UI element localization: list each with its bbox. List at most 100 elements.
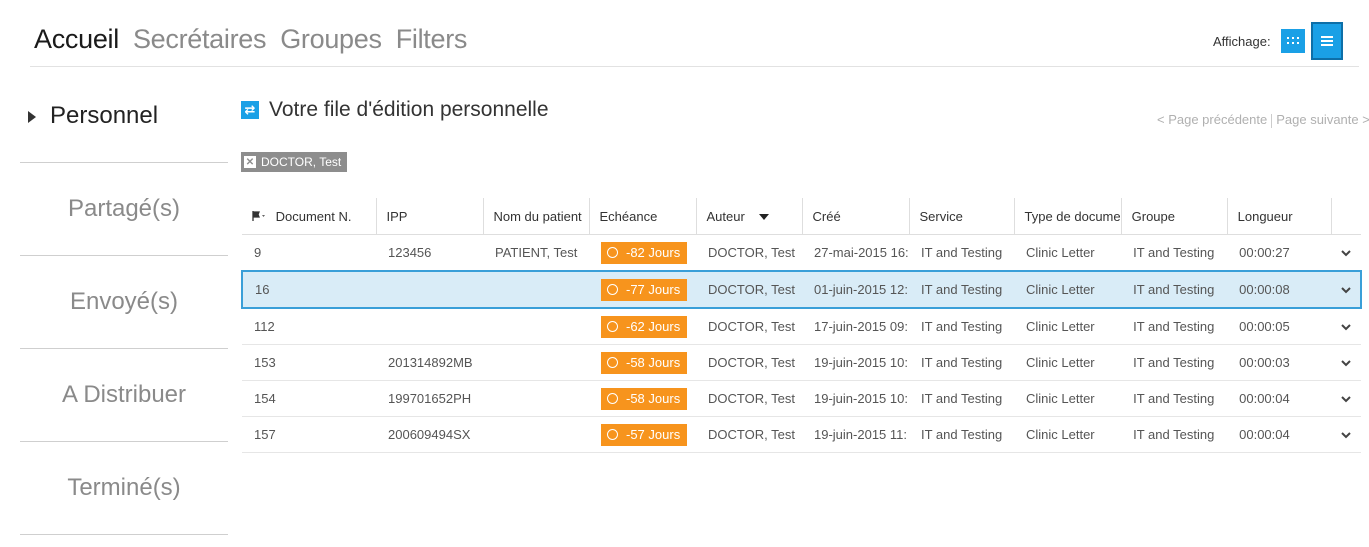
cell-type: Clinic Letter	[1014, 344, 1122, 381]
remove-filter-icon[interactable]: ✕	[244, 156, 256, 168]
sidebar-item-personnel[interactable]: Personnel	[20, 70, 228, 163]
previous-page-link[interactable]: < Page précédente	[1157, 112, 1267, 127]
sidebar-item-partages[interactable]: Partagé(s)	[20, 163, 228, 256]
nav-tabs: Accueil Secrétaires Groupes Filters	[34, 24, 467, 55]
cell-ipp: 123456	[376, 234, 483, 272]
cell-created: 19-juin-2015 10:	[802, 344, 909, 381]
cell-doc: 16	[241, 270, 376, 309]
table-row[interactable]: 157 200609494SX -57 Jours DOCTOR, Test 19-ju…	[242, 416, 1362, 453]
chevron-down-icon	[1341, 324, 1351, 331]
cell-length: 00:00:04	[1227, 416, 1332, 453]
view-switcher: Affichage:	[1213, 22, 1343, 60]
cell-group: IT and Testing	[1121, 416, 1228, 453]
row-expand-button[interactable]	[1331, 380, 1362, 417]
filter-chip-label: DOCTOR, Test	[261, 155, 342, 169]
cell-patient	[483, 344, 589, 381]
cell-patient	[483, 308, 589, 345]
next-page-link[interactable]: Page suivante >	[1276, 112, 1369, 127]
clock-icon	[607, 247, 618, 258]
column-header-created[interactable]: Créé	[801, 198, 909, 235]
cell-author: DOCTOR, Test	[696, 308, 802, 345]
tab-secretaires[interactable]: Secrétaires	[133, 24, 267, 55]
clock-icon	[607, 357, 618, 368]
due-badge: -77 Jours	[601, 278, 688, 301]
sidebar-item-envoyes[interactable]: Envoyé(s)	[20, 256, 228, 349]
cell-due: -77 Jours	[589, 270, 696, 309]
column-header-due[interactable]: Echéance	[588, 198, 696, 235]
filter-chip: ✕ DOCTOR, Test	[241, 152, 348, 172]
cell-group: IT and Testing	[1121, 308, 1228, 345]
column-header-author[interactable]: Auteur	[695, 198, 802, 235]
cell-length: 00:00:27	[1227, 234, 1332, 272]
column-header-service[interactable]: Service	[908, 198, 1014, 235]
table-row[interactable]: 112 -62 Jours DOCTOR, Test 17-juin-2015 09:…	[242, 308, 1362, 345]
cell-ipp	[376, 308, 483, 345]
due-badge: -82 Jours	[601, 241, 688, 264]
cell-created: 19-juin-2015 11:	[802, 416, 909, 453]
queue-header: ⇄ Votre file d'édition personnelle	[241, 98, 549, 122]
due-badge: -58 Jours	[601, 387, 688, 410]
cell-service: IT and Testing	[909, 234, 1014, 272]
clock-icon	[607, 321, 618, 332]
chevron-down-icon	[1341, 250, 1351, 257]
grid-view-button[interactable]	[1280, 29, 1305, 53]
tab-groupes[interactable]: Groupes	[280, 24, 382, 55]
cell-ipp: 200609494SX	[376, 416, 483, 453]
cell-created: 01-juin-2015 12:	[802, 270, 909, 309]
cell-patient	[483, 416, 589, 453]
row-expand-button[interactable]	[1331, 270, 1363, 309]
chevron-down-icon	[1341, 396, 1351, 403]
cell-type: Clinic Letter	[1014, 380, 1122, 417]
sidebar-item-termines[interactable]: Terminé(s)	[20, 442, 228, 535]
filter-icon[interactable]	[758, 214, 769, 221]
tab-accueil[interactable]: Accueil	[34, 24, 119, 55]
cell-service: IT and Testing	[909, 380, 1014, 417]
cell-type: Clinic Letter	[1014, 416, 1122, 453]
top-navigation: Accueil Secrétaires Groupes Filters Affi…	[0, 0, 1369, 68]
cell-patient: PATIENT, Test	[483, 234, 589, 272]
cell-patient	[483, 270, 589, 309]
pagination: < Page précédente Page suivante >	[1157, 112, 1369, 128]
cell-author: DOCTOR, Test	[696, 344, 802, 381]
sidebar-item-label: A Distribuer	[61, 381, 187, 408]
affichage-label: Affichage:	[1213, 33, 1271, 49]
column-header-type[interactable]: Type de docume	[1013, 198, 1122, 235]
cell-created: 17-juin-2015 09:	[802, 308, 909, 345]
cell-length: 00:00:08	[1227, 270, 1332, 309]
due-text: -82 Jours	[626, 245, 681, 260]
due-badge: -58 Jours	[601, 351, 688, 374]
table-row[interactable]: 9 123456 PATIENT, Test -82 Jours DOCTOR, Tes…	[242, 234, 1362, 272]
flag-sort-icon[interactable]	[252, 210, 266, 221]
queue-title: Votre file d'édition personnelle	[269, 98, 549, 121]
row-expand-button[interactable]	[1331, 234, 1362, 272]
table-row[interactable]: 153 201314892MB -58 Jours DOCTOR, Test 19-ju…	[242, 344, 1362, 381]
column-header-document[interactable]: Document N.	[242, 198, 376, 235]
row-expand-button[interactable]	[1331, 308, 1362, 345]
tab-filters[interactable]: Filters	[396, 24, 468, 55]
grid-view-icon	[1286, 37, 1299, 44]
sidebar-item-a-distribuer[interactable]: A Distribuer	[20, 349, 228, 442]
cell-author: DOCTOR, Test	[696, 380, 802, 417]
due-text: -62 Jours	[626, 319, 681, 334]
due-badge: -57 Jours	[601, 423, 688, 446]
sidebar-item-label: Envoyé(s)	[69, 288, 179, 315]
clock-icon	[607, 284, 618, 295]
cell-created: 27-mai-2015 16:	[802, 234, 909, 272]
column-header-length[interactable]: Longueur	[1226, 198, 1332, 235]
refresh-icon[interactable]: ⇄	[241, 101, 259, 119]
cell-type: Clinic Letter	[1014, 270, 1122, 309]
nav-divider	[30, 66, 1359, 67]
table-row[interactable]: 154 199701652PH -58 Jours DOCTOR, Test 19-ju…	[242, 380, 1362, 417]
column-header-ipp[interactable]: IPP	[375, 198, 483, 235]
column-header-patient[interactable]: Nom du patient	[482, 198, 589, 235]
clock-icon	[607, 429, 618, 440]
list-view-button[interactable]	[1310, 22, 1343, 60]
row-expand-button[interactable]	[1331, 416, 1362, 453]
list-view-icon	[1320, 36, 1333, 46]
row-expand-button[interactable]	[1331, 344, 1362, 381]
table-row[interactable]: 16 -77 Jours DOCTOR, Test 01-juin-2015 12: I…	[241, 270, 1363, 309]
pager-divider	[1271, 113, 1273, 128]
cell-type: Clinic Letter	[1014, 234, 1122, 272]
column-header-group[interactable]: Groupe	[1120, 198, 1228, 235]
sidebar-item-label: Partagé(s)	[67, 195, 181, 222]
